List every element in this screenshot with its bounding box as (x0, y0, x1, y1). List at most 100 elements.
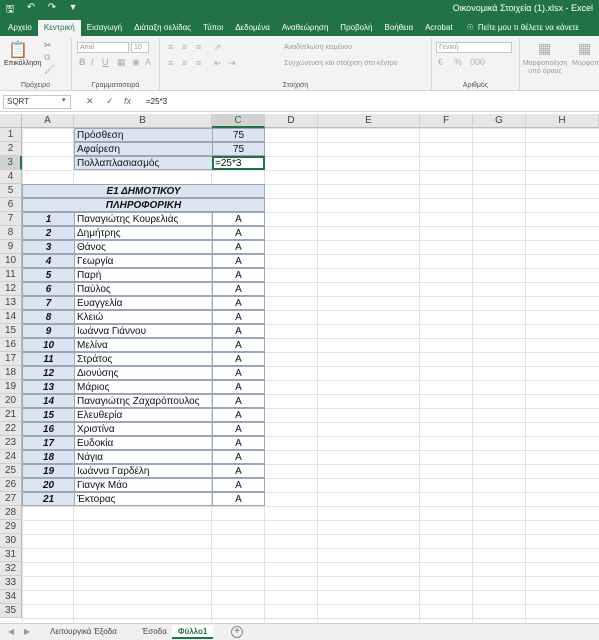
tab-5[interactable]: Δεδομένα (229, 20, 276, 36)
student-name-cell[interactable]: Παύλος (74, 282, 213, 296)
format-as-table-icon[interactable]: ▦ (578, 40, 591, 57)
student-number-cell[interactable]: 16 (22, 422, 75, 436)
column-header[interactable]: D (265, 114, 318, 128)
student-grade-cell[interactable]: Α (212, 436, 265, 450)
underline-icon[interactable]: U (102, 57, 109, 67)
student-name-cell[interactable]: Ευαγγελία (74, 296, 213, 310)
select-all-corner[interactable] (0, 114, 22, 128)
student-name-cell[interactable]: Γεωργία (74, 254, 213, 268)
student-number-cell[interactable]: 19 (22, 464, 75, 478)
number-format-box[interactable]: Γενική (436, 42, 512, 53)
format-as-table-button[interactable]: Μορφοπ (572, 60, 599, 67)
student-grade-cell[interactable]: Α (212, 226, 265, 240)
student-name-cell[interactable]: Ευδοκία (74, 436, 213, 450)
row-header[interactable]: 14 (0, 310, 22, 324)
student-grade-cell[interactable]: Α (212, 310, 265, 324)
student-name-cell[interactable]: Μελίνα (74, 338, 213, 352)
student-number-cell[interactable]: 12 (22, 366, 75, 380)
student-name-cell[interactable]: Διονύσης (74, 366, 213, 380)
student-number-cell[interactable]: 6 (22, 282, 75, 296)
paste-button[interactable]: Επικόλληση (4, 60, 41, 67)
next-sheet-icon[interactable]: ▶ (24, 627, 30, 636)
student-name-cell[interactable]: Ιωάννα Γαρδέλη (74, 464, 213, 478)
row-header[interactable]: 18 (0, 366, 22, 380)
student-name-cell[interactable]: Ελευθερία (74, 408, 213, 422)
student-number-cell[interactable]: 13 (22, 380, 75, 394)
add-sheet-icon[interactable]: + (231, 626, 243, 638)
row-header[interactable]: 16 (0, 338, 22, 352)
student-grade-cell[interactable]: Α (212, 380, 265, 394)
student-number-cell[interactable]: 18 (22, 450, 75, 464)
currency-icon[interactable]: € (438, 57, 443, 67)
row-header[interactable]: 32 (0, 562, 22, 576)
student-number-cell[interactable]: 17 (22, 436, 75, 450)
student-grade-cell[interactable]: Α (212, 240, 265, 254)
tell-me-box[interactable]: ☉ Πείτε μου τι θέλετε να κάνετε (459, 20, 579, 36)
orientation-icon[interactable]: ⇗ (214, 42, 222, 53)
row-header[interactable]: 12 (0, 282, 22, 296)
student-grade-cell[interactable]: Α (212, 464, 265, 478)
row-header[interactable]: 27 (0, 492, 22, 506)
indent-decrease-icon[interactable]: ⇤ (214, 58, 222, 69)
student-number-cell[interactable]: 10 (22, 338, 75, 352)
row-header[interactable]: 35 (0, 604, 22, 618)
student-grade-cell[interactable]: Α (212, 254, 265, 268)
row-header[interactable]: 34 (0, 590, 22, 604)
copy-icon[interactable]: ⧉ (44, 52, 50, 63)
font-size-box[interactable]: 10 (131, 42, 149, 53)
tab-3[interactable]: Διάταξη σελίδας (128, 20, 197, 36)
sheet-tab-0[interactable]: Λειτουργικά Έξοδα (44, 625, 123, 639)
conditional-formatting-icon[interactable]: ▦ (538, 40, 551, 57)
row-header[interactable]: 28 (0, 506, 22, 520)
op-label-cell[interactable]: Πολλαπλασιασμός (74, 156, 213, 170)
student-number-cell[interactable]: 20 (22, 478, 75, 492)
save-icon[interactable]: 🖫 (4, 2, 16, 19)
name-box[interactable]: SQRT (3, 95, 71, 109)
cut-icon[interactable]: ✂ (44, 40, 52, 51)
row-header[interactable]: 7 (0, 212, 22, 226)
student-grade-cell[interactable]: Α (212, 282, 265, 296)
student-number-cell[interactable]: 3 (22, 240, 75, 254)
row-header[interactable]: 30 (0, 534, 22, 548)
row-header[interactable]: 23 (0, 436, 22, 450)
student-grade-cell[interactable]: Α (212, 422, 265, 436)
row-header[interactable]: 24 (0, 450, 22, 464)
paste-icon[interactable]: 📋 (8, 40, 28, 60)
redo-icon[interactable]: ↷ (46, 2, 58, 19)
student-number-cell[interactable]: 2 (22, 226, 75, 240)
student-name-cell[interactable]: Θάνος (74, 240, 213, 254)
sheet-tab-2[interactable]: Φύλλο1 (172, 625, 214, 639)
row-header[interactable]: 6 (0, 198, 22, 212)
student-grade-cell[interactable]: Α (212, 394, 265, 408)
student-name-cell[interactable]: Γιανγκ Μάο (74, 478, 213, 492)
op-label-cell[interactable]: Αφαίρεση (74, 142, 213, 156)
row-header[interactable]: 4 (0, 170, 22, 184)
borders-icon[interactable]: ▦ (117, 57, 126, 68)
tab-8[interactable]: Βοήθεια (378, 20, 419, 36)
op-value-cell[interactable]: 75 (212, 142, 265, 156)
align-bottom-icon[interactable]: ≡ (196, 42, 201, 52)
font-name-box[interactable]: Arial (77, 42, 129, 53)
wrap-text-button[interactable]: Αναδίπλωση κειμένου (284, 44, 352, 51)
student-name-cell[interactable]: Έκτορας (74, 492, 213, 506)
student-number-cell[interactable]: 7 (22, 296, 75, 310)
customize-qat-icon[interactable]: ▾ (67, 2, 79, 19)
student-name-cell[interactable]: Ιωάννα Γιάννου (74, 324, 213, 338)
student-number-cell[interactable]: 4 (22, 254, 75, 268)
student-number-cell[interactable]: 15 (22, 408, 75, 422)
conditional-formatting-button[interactable]: Μορφοποίηση υπό όρους (522, 60, 568, 76)
student-name-cell[interactable]: Παναγιώτης Ζαχαρόπουλος (74, 394, 213, 408)
column-header[interactable]: G (473, 114, 526, 128)
row-header[interactable]: 9 (0, 240, 22, 254)
tab-0[interactable]: Αρχείο (2, 20, 38, 36)
row-header[interactable]: 10 (0, 254, 22, 268)
student-grade-cell[interactable]: Α (212, 268, 265, 282)
student-name-cell[interactable]: Παρή (74, 268, 213, 282)
bold-icon[interactable]: B (79, 57, 86, 67)
student-number-cell[interactable]: 21 (22, 492, 75, 506)
row-header[interactable]: 21 (0, 408, 22, 422)
student-grade-cell[interactable]: Α (212, 366, 265, 380)
tab-2[interactable]: Εισαγωγή (81, 20, 128, 36)
student-grade-cell[interactable]: Α (212, 352, 265, 366)
column-header[interactable]: E (318, 114, 420, 128)
